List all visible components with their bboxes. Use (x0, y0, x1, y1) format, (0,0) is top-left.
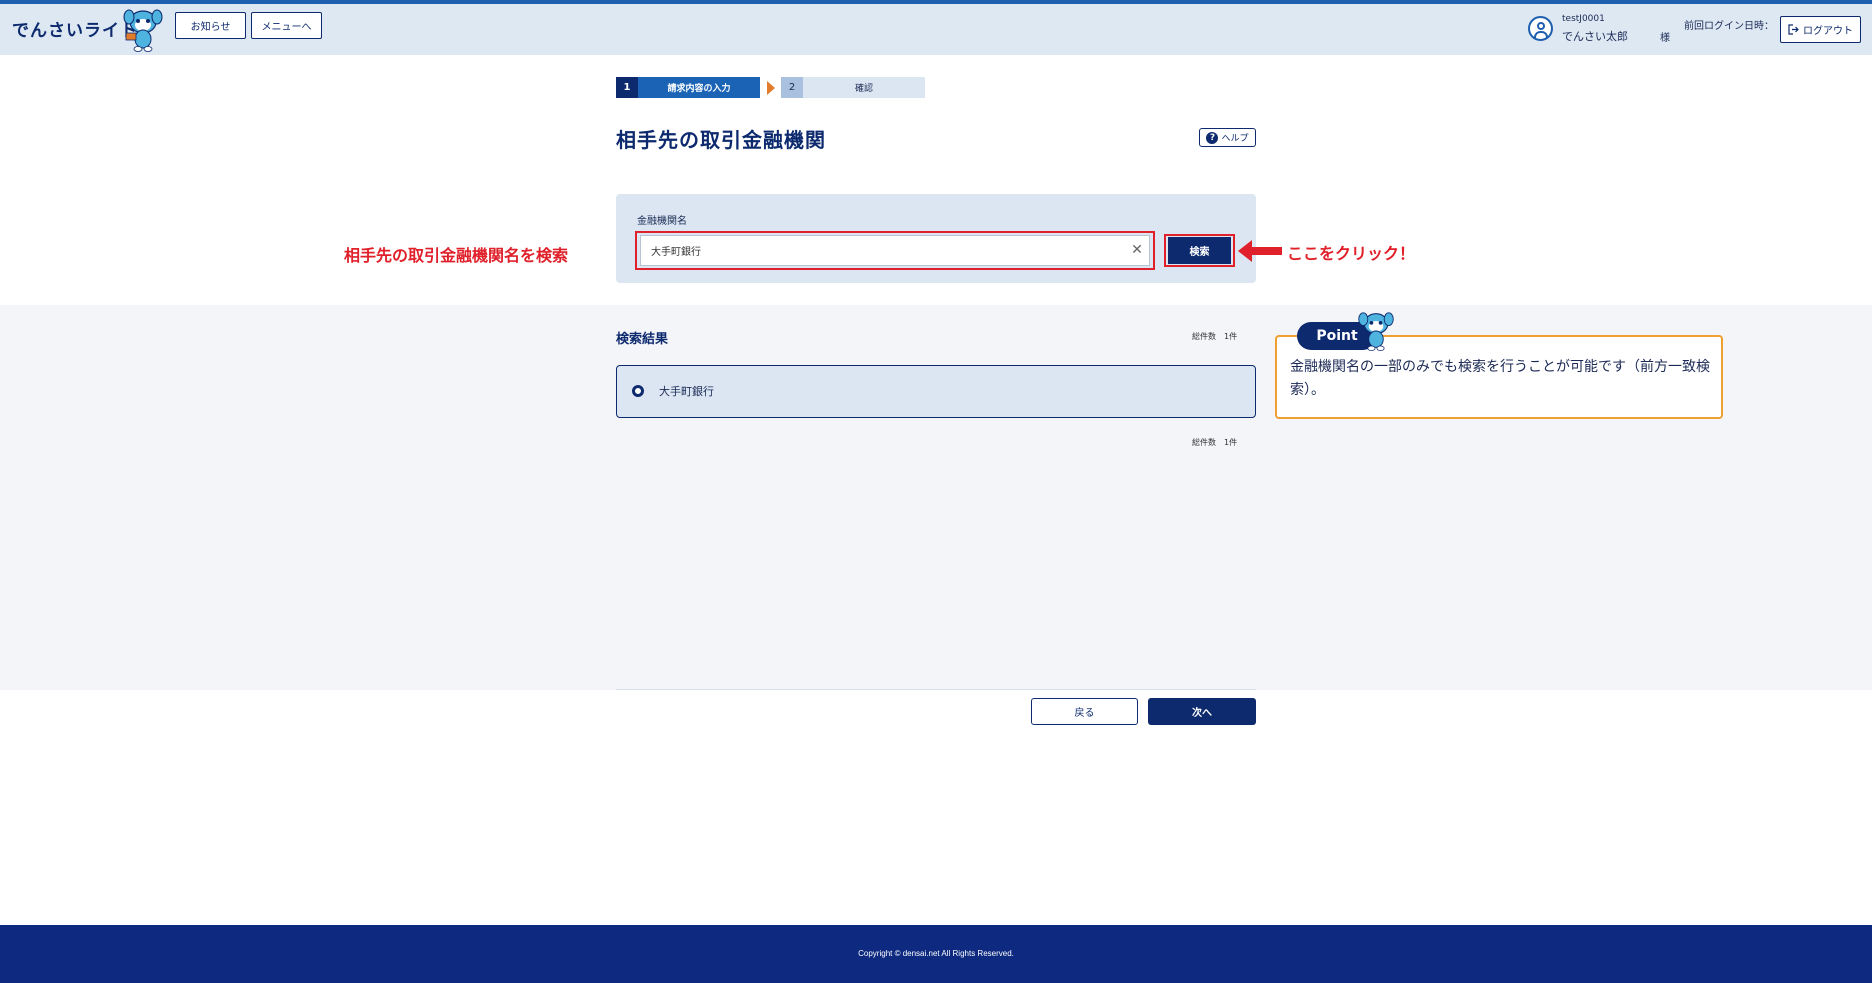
honorific: 様 (1660, 33, 1670, 44)
user-avatar-icon (1528, 16, 1553, 41)
bank-name-label: 金融機関名 (637, 216, 687, 227)
total-count-top: 総件数 1件 (1192, 332, 1238, 341)
result-radio[interactable] (632, 385, 644, 397)
page-title: 相手先の取引金融機関 (616, 128, 826, 152)
app-logo[interactable]: でんさいライト (12, 16, 138, 41)
help-button[interactable]: ? ヘルプ (1199, 128, 1256, 147)
step-2: 2 確認 (781, 77, 925, 98)
mascot-icon (1358, 312, 1394, 351)
total-count-bottom: 総件数 1件 (1192, 438, 1238, 447)
point-text: 金融機関名の一部のみでも検索を行うことが可能です（前方一致検索）。 (1290, 359, 1710, 398)
last-login-label: 前回ログイン日時： (1684, 21, 1774, 32)
results-title: 検索結果 (616, 332, 669, 347)
logout-label: ログアウト (1803, 26, 1853, 37)
logout-icon (1788, 24, 1799, 35)
divider (616, 689, 1256, 690)
back-button[interactable]: 戻る (1031, 698, 1138, 725)
copyright: Copyright © densai.net All Rights Reserv… (858, 949, 1014, 958)
mascot-icon (123, 9, 163, 52)
user-name: でんさい太郎 (1562, 30, 1628, 43)
step-1: 1 請求内容の入力 (616, 77, 760, 98)
help-label: ヘルプ (1221, 134, 1249, 144)
step-2-number: 2 (781, 77, 803, 98)
step-2-label: 確認 (854, 84, 873, 94)
step-1-label: 請求内容の入力 (667, 84, 731, 94)
clear-icon[interactable]: ✕ (1130, 242, 1144, 258)
user-id: testJ0001 (1562, 14, 1605, 24)
bank-name-input[interactable] (640, 235, 1150, 266)
annotation-search-hint: 相手先の取引金融機関名を検索 (344, 246, 569, 265)
result-item-label: 大手町銀行 (659, 385, 714, 398)
menu-button[interactable]: メニューへ (251, 12, 322, 39)
help-icon: ? (1206, 131, 1219, 144)
next-button[interactable]: 次へ (1148, 698, 1256, 725)
step-arrow-icon (767, 81, 775, 95)
search-button[interactable]: 検索 (1168, 237, 1231, 264)
notice-button[interactable]: お知らせ (175, 12, 246, 39)
logout-button[interactable]: ログアウト (1780, 16, 1861, 43)
step-1-number: 1 (616, 77, 638, 98)
annotation-click-here: ここをクリック！ (1287, 244, 1416, 263)
red-arrow-icon (1238, 240, 1282, 262)
